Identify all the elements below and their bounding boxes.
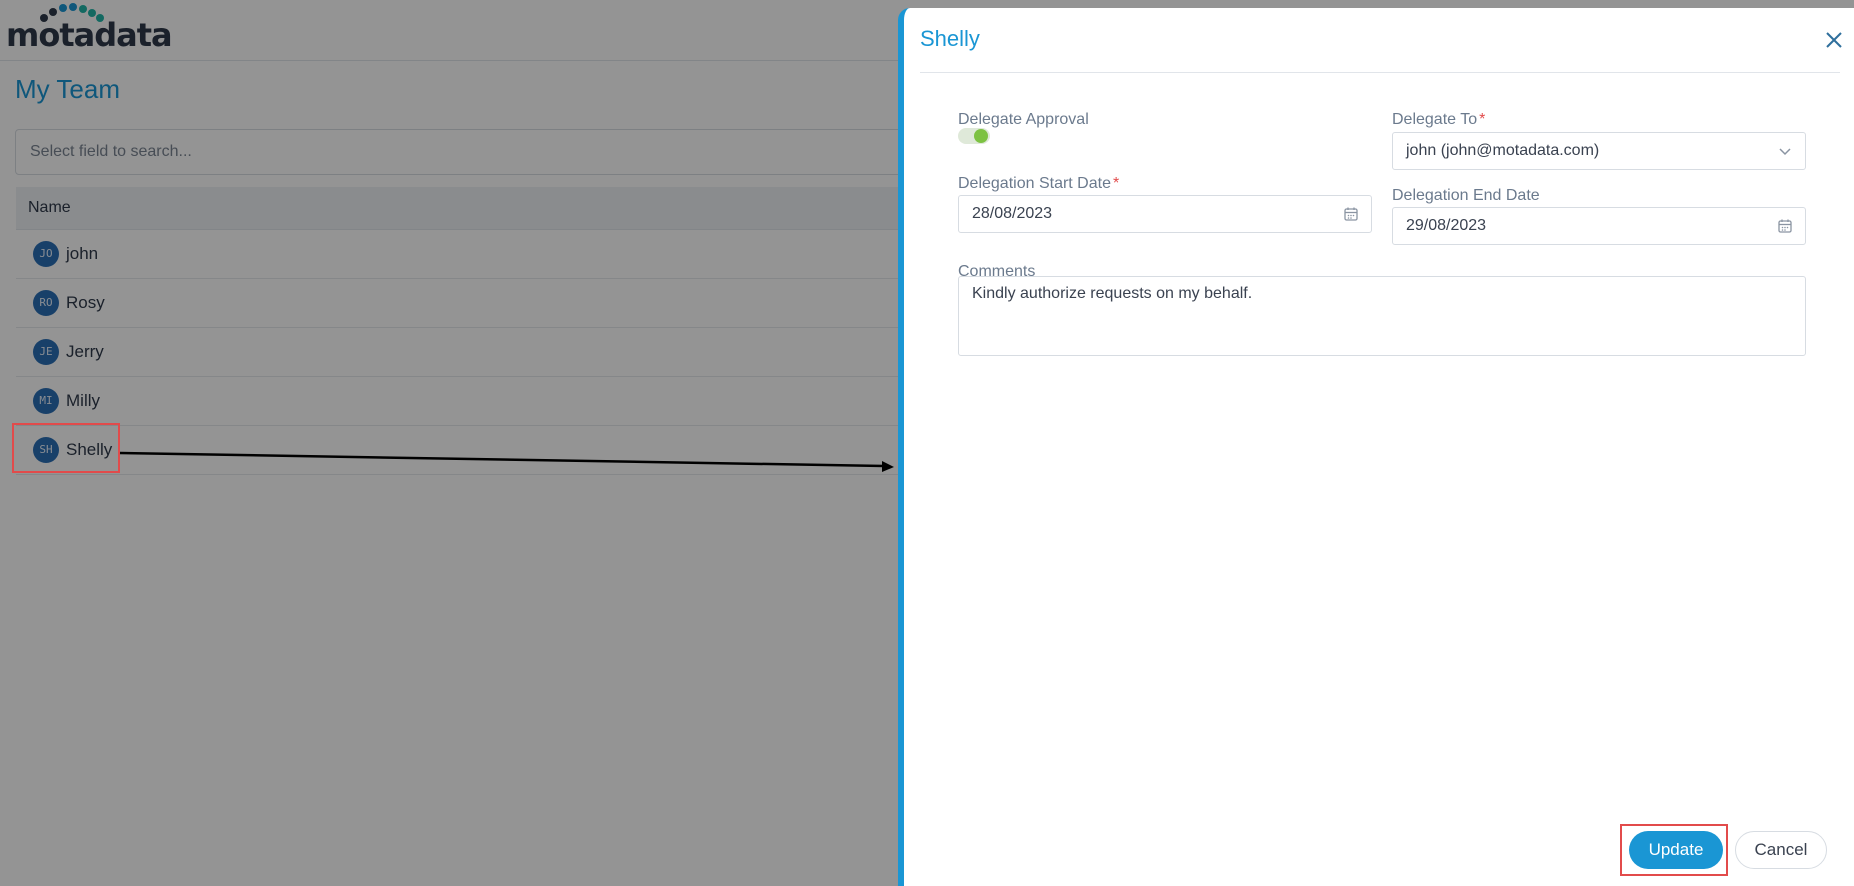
chevron-down-icon: [1779, 148, 1791, 156]
end-date-label: Delegation End Date: [1392, 187, 1540, 204]
calendar-icon[interactable]: [1777, 218, 1793, 234]
drawer-divider: [920, 72, 1840, 73]
delegate-approval-toggle[interactable]: [958, 128, 990, 144]
calendar-icon[interactable]: [1343, 206, 1359, 222]
comments-textarea[interactable]: Kindly authorize requests on my behalf.: [958, 276, 1806, 356]
close-icon[interactable]: [1822, 28, 1846, 52]
update-button[interactable]: Update: [1629, 831, 1723, 869]
delegate-to-select[interactable]: john (john@motadata.com): [1392, 132, 1806, 170]
delegate-to-label: Delegate To *: [1392, 111, 1486, 128]
end-date-input[interactable]: 29/08/2023: [1392, 207, 1806, 245]
drawer-title: Shelly: [920, 26, 980, 51]
start-date-input[interactable]: 28/08/2023: [958, 195, 1372, 233]
delegate-approval-label: Delegate Approval: [958, 111, 1089, 128]
delegate-to-value: john (john@motadata.com): [1406, 142, 1600, 159]
delegation-drawer: Shelly Delegate Approval Delegate To * jo…: [898, 8, 1854, 886]
end-date-value: 29/08/2023: [1406, 217, 1487, 234]
required-marker: *: [1479, 111, 1486, 128]
cancel-button[interactable]: Cancel: [1735, 831, 1827, 869]
annotation-arrow: [119, 451, 894, 472]
required-marker: *: [1112, 175, 1120, 192]
start-date-label: Delegation Start Date *: [958, 175, 1120, 192]
toggle-knob: [974, 129, 988, 143]
start-date-value: 28/08/2023: [972, 205, 1053, 222]
